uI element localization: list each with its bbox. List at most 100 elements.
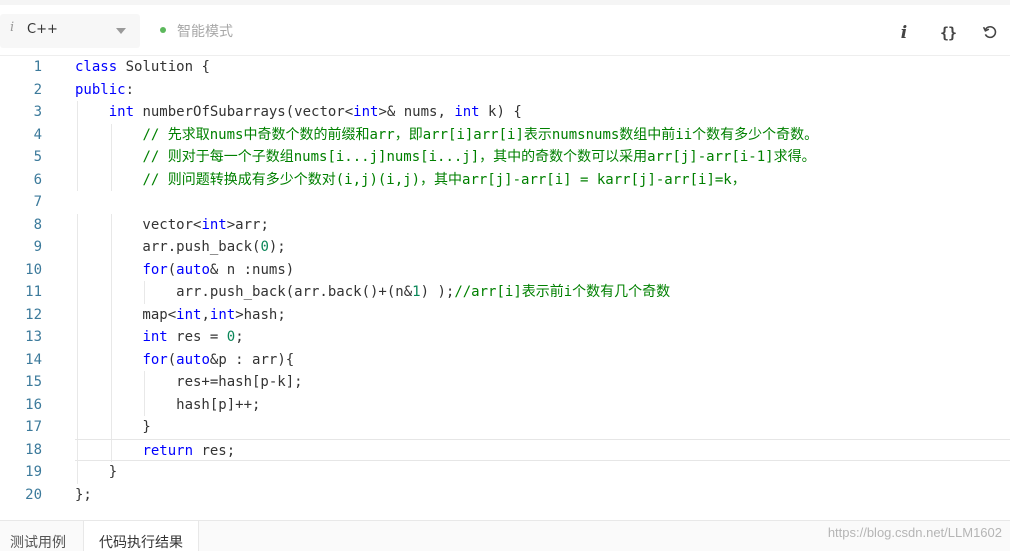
line-number: 11 [25, 284, 42, 300]
code-line[interactable]: 8 vector<int>arr; [0, 213, 1010, 236]
code-line[interactable]: 15 res+=hash[p-k]; [0, 371, 1010, 394]
line-number: 20 [25, 486, 42, 503]
code-token: 0 [260, 239, 269, 255]
indent-guide [77, 236, 78, 259]
console-tab-bar: 测试用例 代码执行结果 https://blog.csdn.net/LLM160… [0, 520, 1010, 551]
code-token: }; [75, 486, 92, 503]
line-content: int res = 0; [75, 326, 1010, 349]
code-editor[interactable]: 1 class Solution {2 public: 3 int numberOfS… [0, 56, 1010, 520]
format-code-button[interactable]: {} [934, 19, 962, 47]
language-select[interactable]: i C++ [0, 14, 140, 48]
indent-guide [77, 281, 78, 304]
code-token: class [75, 59, 118, 75]
code-line[interactable]: 6 // 则问题转换成有多少个数对(i,j)(i,j)，其中arr[j]-arr… [0, 168, 1010, 191]
code-token: ); [268, 239, 286, 255]
code-token: public [75, 81, 126, 98]
code-line[interactable]: 12 map<int,int>hash; [0, 303, 1010, 326]
code-token: int [454, 104, 480, 120]
indent-guide [77, 101, 78, 124]
indent-guide [110, 416, 112, 439]
line-number: 3 [33, 104, 42, 120]
line-content: map<int,int>hash; [75, 303, 1010, 326]
indent-guide [77, 326, 78, 349]
line-content: } [75, 461, 1010, 484]
code-token: for [142, 261, 168, 278]
line-content: public: [75, 79, 1010, 102]
code-line[interactable]: 2 public: [0, 79, 1010, 102]
code-line[interactable]: 19 } [0, 461, 1010, 484]
code-token: int [108, 104, 135, 120]
code-token: } [75, 464, 118, 480]
line-content: arr.push_back(arr.back()+(n&1) );//arr[i… [75, 281, 1010, 304]
code-token: auto [176, 351, 210, 368]
code-line[interactable]: 18 return res; [0, 438, 1010, 462]
line-number: 9 [33, 239, 42, 255]
code-token: // 则问题转换成有多少个数对(i,j)(i,j)，其中arr[j]-arr[i… [142, 171, 746, 188]
line-number: 5 [33, 149, 42, 165]
code-line[interactable]: 11 arr.push_back(arr.back()+(n&1) );//ar… [0, 281, 1010, 304]
info-button[interactable]: i [890, 19, 918, 47]
indent-guide [77, 416, 78, 439]
code-line[interactable]: 13 int res = 0; [0, 326, 1010, 349]
code-token: ( [167, 261, 177, 278]
code-line[interactable]: 14 for(auto&p : arr){ [0, 348, 1010, 371]
code-token: // 则对于每一个子数组nums[i...j]nums[i...j]，其中的奇数… [142, 149, 816, 165]
code-token: & n :nums) [209, 261, 295, 278]
code-token: 1 [412, 284, 421, 300]
indent-guide [110, 168, 112, 191]
tab-run-result[interactable]: 代码执行结果 [83, 521, 199, 551]
chevron-down-icon [116, 28, 126, 34]
tab-testcase[interactable]: 测试用例 [10, 521, 80, 551]
code-line[interactable]: 4 // 先求取nums中奇数个数的前缀和arr，即arr[i]arr[i]表示… [0, 123, 1010, 146]
code-token: 0 [226, 329, 236, 345]
indent-guide [110, 303, 112, 326]
line-number: 1 [33, 59, 42, 75]
line-number: 8 [33, 216, 42, 233]
code-line[interactable]: 16 hash[p]++; [0, 393, 1010, 416]
code-token: res+=hash[p-k]; [75, 374, 303, 390]
code-line[interactable]: 5 // 则对于每一个子数组nums[i...j]nums[i...j]，其中的… [0, 146, 1010, 169]
code-line[interactable]: 20}; [0, 484, 1010, 507]
code-token: >& nums, [378, 104, 455, 120]
code-token: vector< [75, 216, 202, 233]
indent-guide [77, 371, 78, 394]
indent-guide [77, 393, 78, 416]
code-token: // 先求取nums中奇数个数的前缀和arr，即arr[i]arr[i]表示nu… [142, 126, 819, 143]
code-line[interactable]: 17 } [0, 416, 1010, 439]
reset-code-button[interactable] [976, 19, 1004, 47]
line-content: // 则对于每一个子数组nums[i...j]nums[i...j]，其中的奇数… [75, 146, 1010, 169]
code-token: , [201, 306, 210, 323]
line-content: // 则问题转换成有多少个数对(i,j)(i,j)，其中arr[j]-arr[i… [75, 168, 1010, 191]
line-content: class Solution { [75, 56, 1010, 79]
status-dot-icon [160, 27, 166, 33]
indent-guide [144, 281, 146, 304]
line-content: res+=hash[p-k]; [75, 371, 1010, 394]
code-token: >arr; [226, 216, 269, 233]
code-token: ) ); [420, 284, 455, 300]
line-content: // 先求取nums中奇数个数的前缀和arr，即arr[i]arr[i]表示nu… [75, 123, 1010, 146]
code-token: int [142, 329, 168, 345]
line-content [75, 191, 1010, 214]
code-token: ; [235, 329, 244, 345]
code-token: int [201, 216, 227, 233]
reset-icon [982, 25, 998, 44]
line-number: 7 [33, 194, 42, 210]
code-token: int [353, 104, 379, 120]
code-line[interactable]: 1 class Solution { [0, 56, 1010, 79]
line-number: 15 [25, 374, 42, 390]
line-number: 13 [25, 329, 42, 345]
code-token: map< [75, 306, 177, 323]
smart-mode-label: 智能模式 [177, 24, 233, 40]
line-number: 16 [25, 396, 42, 413]
code-token: &p : arr){ [209, 351, 295, 368]
line-content: hash[p]++; [75, 393, 1010, 416]
code-line[interactable]: 10 for(auto& n :nums) [0, 258, 1010, 281]
indent-guide [110, 393, 112, 416]
code-line[interactable]: 9 arr.push_back(0); [0, 236, 1010, 259]
code-line[interactable]: 7 [0, 191, 1010, 214]
code-token: ( [167, 351, 177, 368]
code-line[interactable]: 3 int numberOfSubarrays(vector<int>& num… [0, 101, 1010, 124]
